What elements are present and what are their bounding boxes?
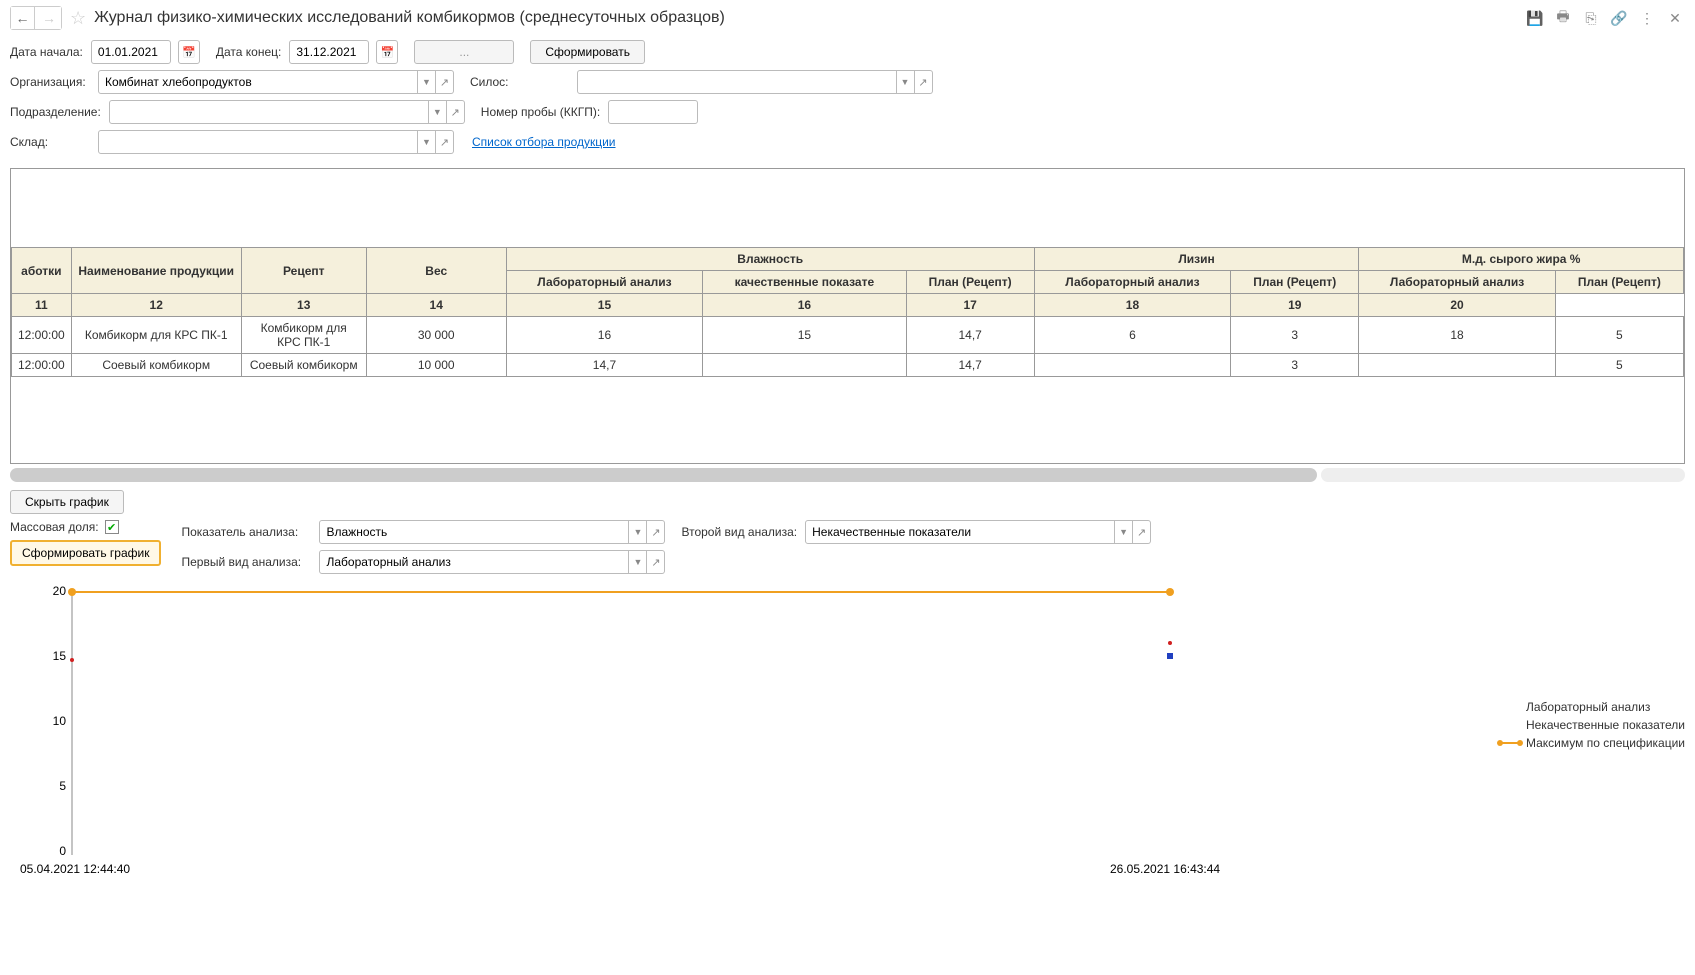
col-lysine: Лизин	[1034, 248, 1359, 271]
div-label: Подразделение:	[10, 105, 101, 119]
ytick-0: 0	[59, 844, 66, 858]
indicator-label: Показатель анализа:	[181, 525, 311, 539]
series-lab-p2	[1168, 641, 1172, 645]
org-label: Организация:	[10, 75, 90, 89]
second-label: Второй вид анализа:	[681, 525, 797, 539]
silos-dropdown-icon[interactable]: ▼	[897, 70, 915, 94]
org-open-icon[interactable]: ↗	[436, 70, 454, 94]
dots-button[interactable]: ...	[414, 40, 514, 64]
date-end-label: Дата конец:	[216, 45, 281, 59]
date-start-label: Дата начала:	[10, 45, 83, 59]
warehouse-dropdown-icon[interactable]: ▼	[418, 130, 436, 154]
div-input[interactable]	[109, 100, 429, 124]
forward-button[interactable]: →	[37, 7, 61, 29]
col-weight: Вес	[366, 248, 506, 294]
ytick-15: 15	[53, 649, 67, 663]
print-icon[interactable]: 🖶	[1553, 8, 1573, 28]
silos-input[interactable]	[577, 70, 897, 94]
ytick-10: 10	[53, 714, 67, 728]
second-input[interactable]	[805, 520, 1115, 544]
col-humidity: Влажность	[506, 248, 1034, 271]
date-start-calendar-icon[interactable]: 📅	[178, 40, 200, 64]
warehouse-label: Склад:	[10, 135, 90, 149]
indicator-dropdown-icon[interactable]: ▼	[629, 520, 647, 544]
date-end-input[interactable]	[289, 40, 369, 64]
col-abotki: аботки	[12, 248, 72, 294]
org-input[interactable]	[98, 70, 418, 94]
page-title: Журнал физико-химических исследований ко…	[94, 9, 1517, 27]
back-button[interactable]: ←	[11, 7, 35, 29]
series-qual-p1	[1167, 653, 1173, 659]
form-chart-button[interactable]: Сформировать график	[10, 540, 161, 566]
warehouse-input[interactable]	[98, 130, 418, 154]
col-f-plan: План (Рецепт)	[1555, 271, 1683, 294]
col-h-lab: Лабораторный анализ	[506, 271, 702, 294]
first-dropdown-icon[interactable]: ▼	[629, 550, 647, 574]
col-h-plan: План (Рецепт)	[906, 271, 1034, 294]
chart-legend: Лабораторный анализ Некачественные показ…	[1500, 700, 1685, 754]
col-recipe: Рецепт	[241, 248, 366, 294]
date-end-calendar-icon[interactable]: 📅	[376, 40, 398, 64]
date-start-input[interactable]	[91, 40, 171, 64]
second-open-icon[interactable]: ↗	[1133, 520, 1151, 544]
ytick-20: 20	[53, 584, 67, 598]
div-dropdown-icon[interactable]: ▼	[429, 100, 447, 124]
col-f-lab: Лабораторный анализ	[1359, 271, 1555, 294]
mass-label: Массовая доля:	[10, 520, 99, 534]
toggle-chart-button[interactable]: Скрыть график	[10, 490, 124, 514]
div-open-icon[interactable]: ↗	[447, 100, 465, 124]
link-icon[interactable]: 🔗	[1609, 8, 1629, 28]
export-icon[interactable]: ⎘	[1581, 8, 1601, 28]
probe-input[interactable]	[608, 100, 698, 124]
indicator-open-icon[interactable]: ↗	[647, 520, 665, 544]
more-icon[interactable]: ⋮	[1637, 8, 1657, 28]
silos-open-icon[interactable]: ↗	[915, 70, 933, 94]
probe-label: Номер пробы (ККГП):	[481, 105, 600, 119]
col-h-qual: качественные показате	[703, 271, 906, 294]
warehouse-open-icon[interactable]: ↗	[436, 130, 454, 154]
xtick-0: 05.04.2021 12:44:40	[20, 862, 130, 876]
ytick-5: 5	[59, 779, 66, 793]
indicator-input[interactable]	[319, 520, 629, 544]
second-dropdown-icon[interactable]: ▼	[1115, 520, 1133, 544]
series-lab-p1	[70, 658, 74, 662]
col-fat: М.д. сырого жира %	[1359, 248, 1684, 271]
favorite-icon[interactable]: ☆	[70, 8, 86, 29]
horizontal-scrollbar[interactable]	[10, 468, 1685, 482]
table-row[interactable]: 12:00:00 Соевый комбикорм Соевый комбико…	[12, 354, 1684, 377]
data-table[interactable]: аботки Наименование продукции Рецепт Вес…	[10, 168, 1685, 464]
xtick-1: 26.05.2021 16:43:44	[1110, 862, 1220, 876]
first-input[interactable]	[319, 550, 629, 574]
col-l-lab: Лабораторный анализ	[1034, 271, 1230, 294]
first-label: Первый вид анализа:	[181, 555, 311, 569]
silos-label: Силос:	[470, 75, 509, 89]
close-icon[interactable]: ✕	[1665, 8, 1685, 28]
list-link[interactable]: Список отбора продукции	[472, 135, 616, 149]
first-open-icon[interactable]: ↗	[647, 550, 665, 574]
org-dropdown-icon[interactable]: ▼	[418, 70, 436, 94]
mass-checkbox[interactable]: ✔	[105, 520, 119, 534]
table-row[interactable]: 12:00:00 Комбикорм для КРС ПК-1 Комбикор…	[12, 317, 1684, 354]
col-name: Наименование продукции	[71, 248, 241, 294]
form-button[interactable]: Сформировать	[530, 40, 645, 64]
col-l-plan: План (Рецепт)	[1231, 271, 1359, 294]
save-icon[interactable]: 💾	[1525, 8, 1545, 28]
chart-area: 20 15 10 5 0 05.04.2021 12:44:40 26.05.2…	[10, 580, 1685, 883]
